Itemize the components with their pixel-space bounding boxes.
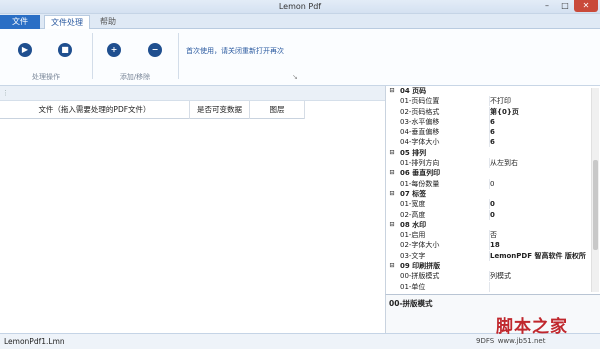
property-row[interactable]: 01-宽度 0	[386, 199, 600, 210]
tab-file-processing[interactable]: 文件处理	[44, 15, 90, 29]
column-header-file[interactable]: 文件（拖入需要处理的PDF文件）	[0, 101, 190, 119]
site-watermark: 脚本之家	[496, 317, 568, 337]
plus-icon: +	[110, 45, 118, 54]
add-file-button[interactable]: +	[107, 43, 121, 57]
property-category[interactable]: ⊟ 05 排列	[386, 147, 600, 159]
property-row[interactable]: 04-垂直偏移 6	[386, 127, 600, 138]
property-row[interactable]: 03-水平偏移 6	[386, 116, 600, 127]
category-name: 09 印刷拼版	[400, 262, 441, 271]
property-key: 03-水平偏移	[400, 116, 490, 127]
property-category[interactable]: ⊟ 08 水印	[386, 219, 600, 231]
property-key: 01-单位	[400, 281, 490, 292]
property-grid: ⊟ 04 页码 01-页码位置 不打印 02-页码格式 第{0}页 03-水平偏移 6 04-垂…	[385, 86, 600, 294]
property-key: 02-页码格式	[400, 106, 490, 117]
tab-file[interactable]: 文件	[0, 15, 40, 29]
window-title: Lemon Pdf	[278, 2, 322, 11]
ribbon-separator	[92, 33, 93, 79]
collapse-icon[interactable]: ⊟	[388, 86, 396, 96]
property-value[interactable]: 不打印	[490, 96, 590, 106]
property-row[interactable]: 01-排列方向 从左到右	[386, 158, 600, 169]
scrollbar-thumb[interactable]	[593, 160, 598, 250]
property-value[interactable]: 否	[490, 230, 590, 240]
property-row[interactable]: 02-高度 0	[386, 209, 600, 220]
property-value[interactable]: 0	[490, 210, 590, 220]
ribbon-panel: ▶ ■ + − 处理操作 添加/移除 首次使用，请关闭重新打开再次 ↘	[0, 29, 600, 86]
stop-icon: ■	[61, 45, 69, 54]
stop-button[interactable]: ■	[58, 43, 72, 57]
title-bar: Lemon Pdf – □ ✕	[0, 0, 600, 14]
property-key: 00-拼版模式	[400, 271, 490, 282]
property-value[interactable]: 18	[490, 240, 590, 250]
property-row[interactable]: 02-页码格式 第{0}页	[386, 106, 600, 117]
property-value[interactable]: 0	[490, 179, 590, 189]
column-header-layer[interactable]: 图层	[250, 101, 305, 119]
ribbon-tab-bar: 文件 文件处理 帮助	[0, 14, 600, 29]
property-key: 04-垂直偏移	[400, 127, 490, 138]
file-grid[interactable]: 文件（拖入需要处理的PDF文件） 是否可变数据 图层	[0, 101, 385, 333]
property-category[interactable]: ⊟ 04 页码	[386, 86, 600, 97]
ribbon-note: 首次使用，请关闭重新打开再次	[186, 47, 284, 55]
collapse-icon[interactable]: ⊟	[388, 261, 396, 271]
category-name: 08 水印	[400, 220, 427, 229]
play-icon: ▶	[21, 45, 29, 54]
property-row[interactable]: 04-字体大小 6	[386, 137, 600, 148]
property-value[interactable]: 0	[490, 199, 590, 209]
property-key: 01-宽度	[400, 199, 490, 210]
status-right-text: 9DFS www.jb51.net	[476, 337, 546, 345]
status-filename: LemonPdf1.Lmn	[4, 337, 65, 346]
collapse-icon[interactable]: ⊟	[388, 148, 396, 158]
toolbar-strip: ⋮	[0, 86, 385, 101]
property-value[interactable]: 6	[490, 137, 590, 147]
close-button[interactable]: ✕	[574, 0, 598, 12]
category-name: 05 排列	[400, 148, 427, 157]
grid-header: 文件（拖入需要处理的PDF文件） 是否可变数据 图层	[0, 101, 305, 119]
property-row[interactable]: 02-字体大小 18	[386, 240, 600, 251]
start-button[interactable]: ▶	[18, 43, 32, 57]
group-label-add-remove: 添加/移除	[119, 73, 151, 81]
property-category[interactable]: ⊟ 09 印刷拼版	[386, 261, 600, 272]
minimize-button[interactable]: –	[538, 0, 556, 12]
property-value[interactable]: LemonPDF 智高软件 版权所	[490, 251, 590, 261]
property-value[interactable]: 6	[490, 117, 590, 127]
property-value[interactable]: 从左到右	[490, 158, 590, 168]
property-row[interactable]: 01-启用否	[386, 230, 600, 241]
remove-file-button[interactable]: −	[148, 43, 162, 57]
group-label-process: 处理操作	[32, 73, 60, 81]
property-category[interactable]: ⊟ 07 标签	[386, 188, 600, 200]
property-key: 04-字体大小	[400, 137, 490, 148]
property-row[interactable]: 00-拼版模式 列模式	[386, 271, 600, 282]
minus-icon: −	[151, 45, 159, 54]
column-header-variable-data[interactable]: 是否可变数据	[190, 101, 250, 119]
property-category[interactable]: ⊟ 06 垂直列印	[386, 168, 600, 179]
ribbon-separator	[178, 33, 179, 79]
property-value[interactable]: 列模式	[490, 271, 590, 281]
description-title: 00-拼版模式	[389, 299, 433, 308]
property-row[interactable]: 03-文字 LemonPDF 智高软件 版权所	[386, 250, 600, 261]
property-value[interactable]: 6	[490, 127, 590, 137]
property-row[interactable]: 01-页码位置 不打印	[386, 96, 600, 107]
category-name: 06 垂直列印	[400, 169, 441, 178]
property-row[interactable]: 01-单位	[386, 281, 600, 292]
property-key: 01-每份数量	[400, 178, 490, 189]
maximize-button[interactable]: □	[556, 0, 574, 12]
property-value[interactable]: 第{0}页	[490, 107, 590, 117]
collapse-icon[interactable]: ⊟	[388, 189, 396, 199]
collapse-icon[interactable]: ⊟	[388, 168, 396, 178]
property-key: 02-字体大小	[400, 240, 490, 251]
tab-help[interactable]: 帮助	[94, 15, 122, 29]
property-key: 03-文字	[400, 250, 490, 261]
category-name: 04 页码	[400, 87, 427, 95]
property-row[interactable]: 01-每份数量 0	[386, 178, 600, 189]
category-name: 07 标签	[400, 189, 427, 198]
property-key: 01-排列方向	[400, 158, 490, 169]
grip-icon[interactable]: ⋮	[2, 89, 9, 97]
property-key: 01-页码位置	[400, 96, 490, 107]
property-key: 02-高度	[400, 209, 490, 220]
collapse-icon[interactable]: ⊟	[388, 220, 396, 230]
property-key: 01-启用	[400, 230, 490, 241]
dialog-launcher-icon[interactable]: ↘	[292, 73, 298, 81]
